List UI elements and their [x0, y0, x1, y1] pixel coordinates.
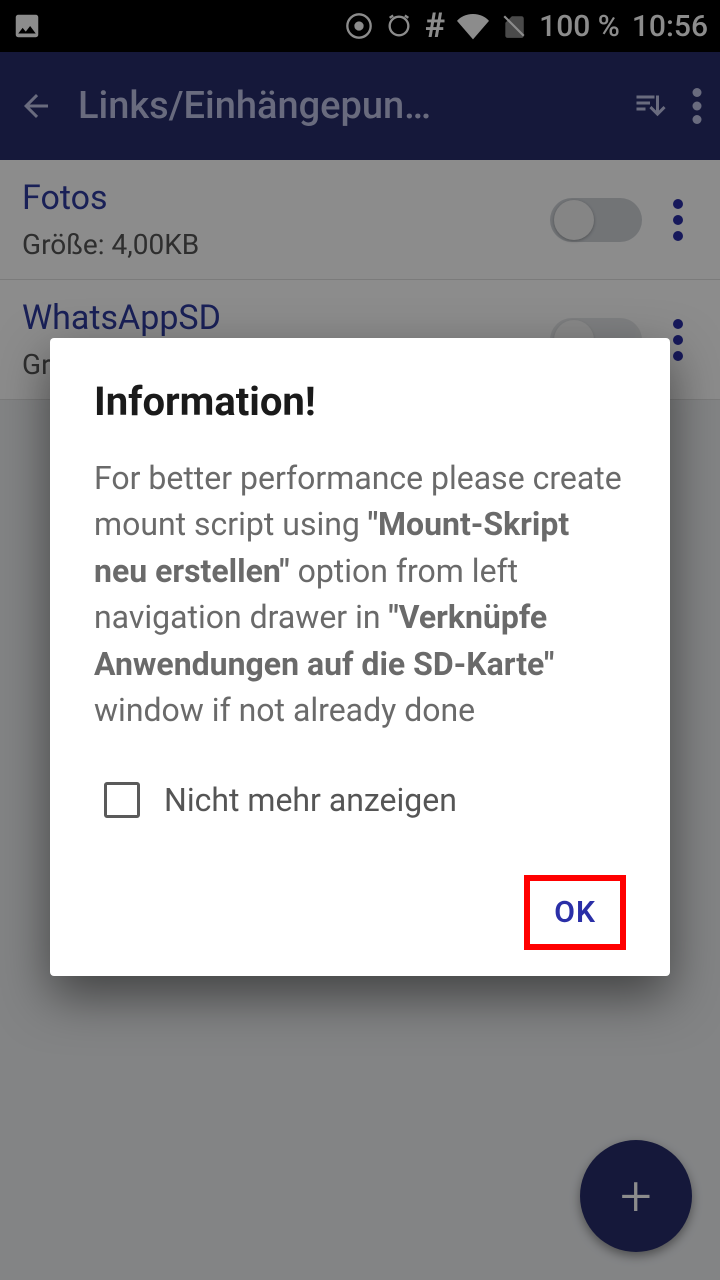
dont-show-label: Nicht mehr anzeigen — [164, 781, 457, 819]
ok-button[interactable]: OK — [524, 875, 626, 950]
info-dialog: Information! For better performance plea… — [50, 338, 670, 976]
dialog-title: Information! — [94, 378, 626, 425]
dialog-body: For better performance please create mou… — [94, 455, 626, 733]
dialog-scrim[interactable]: Information! For better performance plea… — [0, 0, 720, 1280]
dont-show-checkbox[interactable] — [104, 782, 140, 818]
